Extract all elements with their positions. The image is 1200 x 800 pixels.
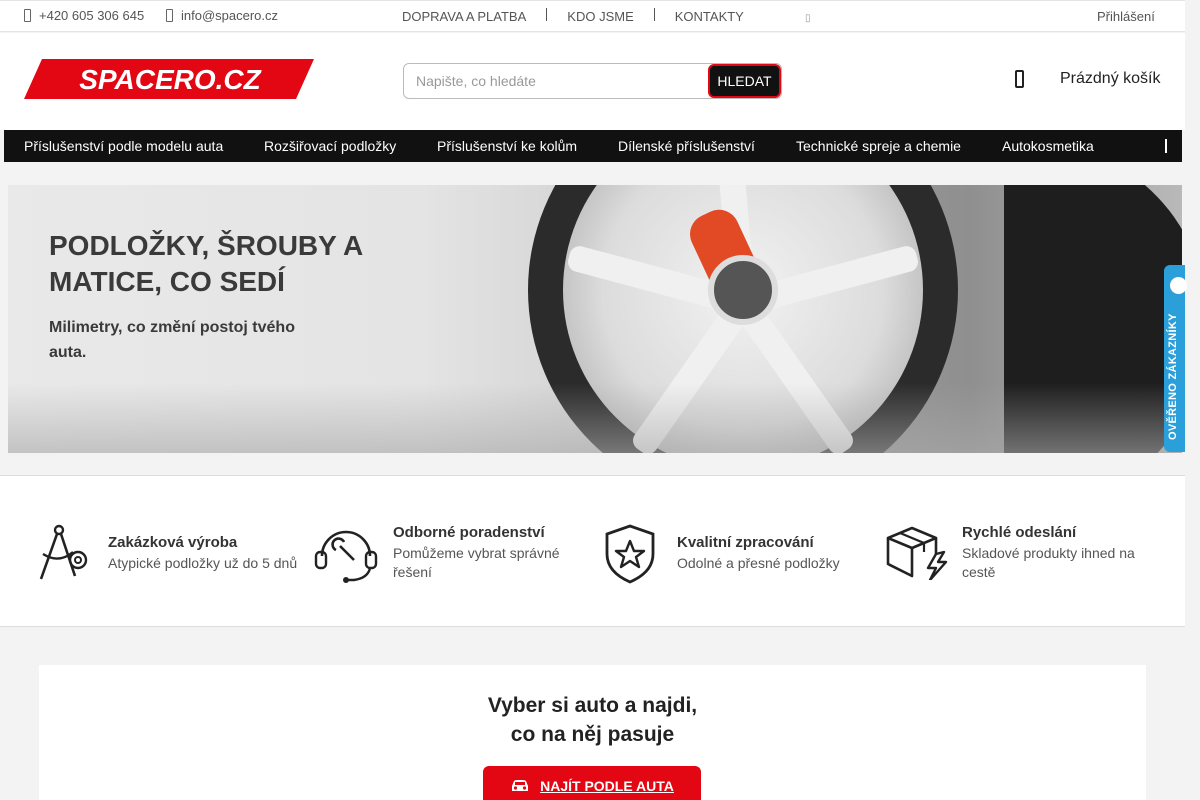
top-nav: DOPRAVA A PLATBA KDO JSME KONTAKTY <box>402 8 744 24</box>
feature-desc: Skladové produkty ihned na cestě <box>962 545 1135 580</box>
search-input[interactable] <box>404 64 709 98</box>
menu-item-wheel-spacers[interactable]: Rozšiřovací podložky <box>264 138 396 154</box>
feature-desc: Odolné a přesné podložky <box>677 555 840 571</box>
shield-star-icon <box>605 524 655 584</box>
finder-title-line1: Vyber si auto a najdi, <box>487 694 698 717</box>
menu-item-workshop[interactable]: Dílenské příslušenství <box>618 138 755 154</box>
nav-link-contacts[interactable]: KONTAKTY <box>675 9 744 24</box>
feature-title: Rychlé odeslání <box>962 524 1077 541</box>
support-icon <box>314 530 378 583</box>
top-bar: +420 605 306 645 info@spacero.cz DOPRAVA… <box>0 0 1185 32</box>
hero-banner[interactable]: PODLOŽKY, ŠROUBY A MATICE, CO SEDÍ Milim… <box>8 185 1182 453</box>
menu-item-car-cosmetics[interactable]: Autokosmetika <box>1002 138 1094 154</box>
phone-contact[interactable]: +420 605 306 645 <box>24 8 144 23</box>
search-button[interactable]: HLEDAT <box>708 64 781 98</box>
nav-link-about[interactable]: KDO JSME <box>567 9 633 24</box>
finder-title: Vyber si auto a najdi, co na něj pasuje <box>39 691 1146 749</box>
menu-item-sprays[interactable]: Technické spreje a chemie <box>796 138 961 154</box>
road-graphic <box>8 383 1182 453</box>
site-header: SPACERO.CZ HLEDAT Prázdný košík <box>0 33 1185 130</box>
car-finder-card: Vyber si auto a najdi, co na něj pasuje … <box>39 665 1146 800</box>
feature-strip: Zakázková výroba Atypické podložky už do… <box>0 475 1185 627</box>
verified-seal-icon <box>1170 277 1187 294</box>
compass-icon <box>39 524 88 580</box>
cart-icon[interactable] <box>1015 70 1024 88</box>
verified-badge-label: OVĚŘENO ZÁKAZNÍKY <box>1167 313 1179 440</box>
verified-badge[interactable]: OVĚŘENO ZÁKAZNÍKY <box>1164 265 1187 452</box>
wheel-hub-graphic <box>708 255 778 325</box>
banner-headline: PODLOŽKY, ŠROUBY A MATICE, CO SEDÍ <box>49 230 363 297</box>
search-box: HLEDAT <box>403 63 782 99</box>
nav-divider <box>653 8 655 21</box>
phone-number[interactable]: +420 605 306 645 <box>39 8 144 23</box>
spacero-logo[interactable]: SPACERO.CZ <box>24 59 314 99</box>
main-menu: Příslušenství podle modelu auta Rozšiřov… <box>4 130 1182 162</box>
email-contact[interactable]: info@spacero.cz <box>166 8 278 23</box>
logo-text: SPACERO.CZ <box>79 64 261 95</box>
login-link[interactable]: Přihlášení <box>1097 9 1155 24</box>
find-by-car-button[interactable]: NAJÍT PODLE AUTA <box>483 766 701 800</box>
nav-link-shipping[interactable]: DOPRAVA A PLATBA <box>402 9 526 24</box>
nav-divider <box>546 8 548 21</box>
mail-icon <box>166 9 173 22</box>
find-by-car-label[interactable]: NAJÍT PODLE AUTA <box>540 778 674 794</box>
feature-title: Zakázková výroba <box>108 534 238 551</box>
phone-icon <box>24 9 31 22</box>
language-icon[interactable]: ▯ <box>805 13 811 24</box>
banner-subline: Milimetry, co změní postoj tvého auta. <box>49 319 295 361</box>
menu-item-wheel-accessories[interactable]: Příslušenství ke kolům <box>437 138 577 154</box>
menu-item-car-model[interactable]: Příslušenství podle modelu auta <box>24 138 223 154</box>
email-address[interactable]: info@spacero.cz <box>181 8 278 23</box>
fast-box-icon <box>886 526 948 580</box>
cart[interactable]: Prázdný košík <box>1015 70 1160 88</box>
finder-title-line2: co na něj pasuje <box>510 723 675 746</box>
car-icon <box>512 780 529 791</box>
feature-title: Kvalitní zpracování <box>677 534 814 551</box>
feature-title: Odborné poradenství <box>393 524 545 541</box>
cart-label[interactable]: Prázdný košík <box>1060 70 1160 88</box>
menu-more-icon[interactable] <box>1165 139 1168 153</box>
feature-desc: Atypické podložky už do 5 dnů <box>108 555 298 571</box>
feature-desc: Pomůžeme vybrat správné řešení <box>393 545 560 580</box>
